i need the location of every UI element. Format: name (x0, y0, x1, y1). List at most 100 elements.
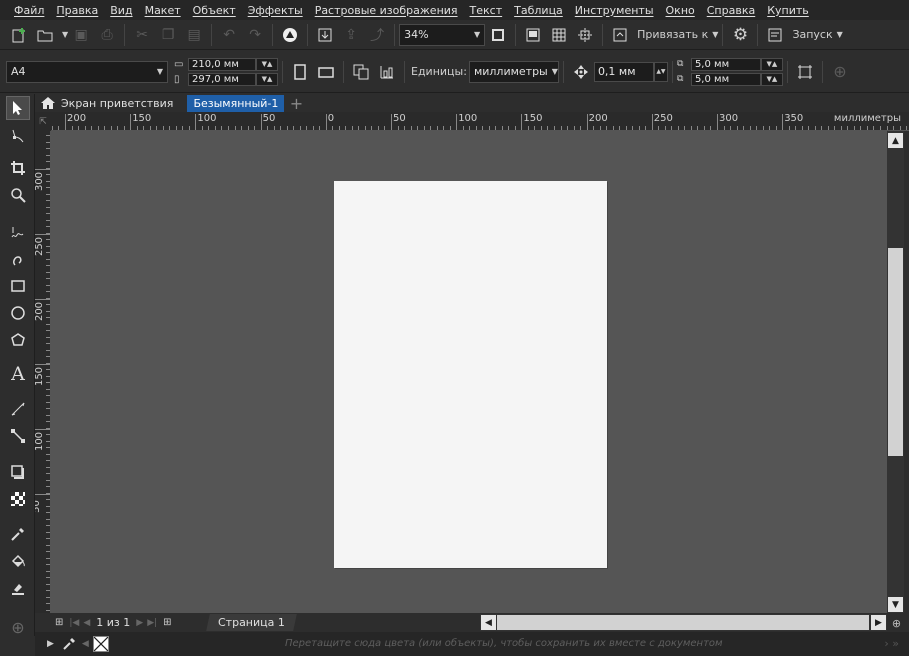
print-icon[interactable]: ⎙ (96, 24, 118, 46)
menu-help[interactable]: Справка (701, 4, 761, 17)
page-size-dropdown[interactable]: A4 ▼ (6, 60, 168, 83)
zoom-tool-icon[interactable] (6, 183, 30, 207)
menu-text[interactable]: Текст (464, 4, 509, 17)
snap-to-dropdown[interactable]: Привязать к ▼ (637, 28, 718, 41)
add-plus-icon[interactable]: ⊕ (829, 61, 851, 83)
horizontal-scroll-thumb[interactable] (497, 615, 869, 630)
vertical-scrollbar[interactable]: ▲ ▼ (887, 131, 904, 613)
search-content-icon[interactable] (279, 24, 301, 46)
zoom-level-dropdown[interactable]: 34% ▼ (399, 23, 486, 46)
page-height-spinner[interactable]: ▼▲ (256, 72, 278, 86)
menu-layout[interactable]: Макет (139, 4, 187, 17)
rectangle-tool-icon[interactable] (6, 274, 30, 298)
show-guidelines-icon[interactable] (574, 24, 596, 46)
export-icon[interactable]: ⇪ (340, 24, 362, 46)
artistic-media-tool-icon[interactable] (6, 247, 30, 271)
ellipse-tool-icon[interactable] (6, 301, 30, 325)
landscape-orientation-icon[interactable] (315, 61, 337, 83)
scroll-down-icon[interactable]: ▼ (888, 597, 903, 612)
duplicate-y-field[interactable]: 5,0 мм (690, 72, 761, 86)
page-tab[interactable]: Страница 1 (206, 614, 297, 631)
parallel-dimension-tool-icon[interactable] (6, 397, 30, 421)
text-tool-icon[interactable]: A (6, 362, 30, 386)
import-icon[interactable] (314, 24, 336, 46)
interactive-fill-tool-icon[interactable] (6, 549, 30, 573)
ruler-origin-corner[interactable]: ⇱ (35, 112, 51, 131)
palette-scroll-right-icon[interactable]: › » (884, 637, 899, 650)
no-color-swatch[interactable] (92, 636, 109, 652)
launch-dropdown[interactable]: Запуск ▼ (792, 28, 842, 41)
first-page-icon[interactable]: |◀ (69, 618, 79, 628)
palette-expand-icon[interactable]: ▶ (47, 639, 54, 649)
page-height-field[interactable]: 297,0 мм (188, 72, 256, 86)
duplicate-x-spinner[interactable]: ▼▲ (760, 57, 783, 71)
menu-effects[interactable]: Эффекты (242, 4, 309, 17)
portrait-orientation-icon[interactable] (289, 61, 311, 83)
add-tool-icon[interactable]: ⊕ (6, 615, 30, 639)
full-screen-icon[interactable] (487, 24, 509, 46)
menu-table[interactable]: Таблица (508, 4, 569, 17)
transparency-tool-icon[interactable] (6, 487, 30, 511)
copy-icon[interactable]: ❐ (157, 24, 179, 46)
next-page-icon[interactable]: ▶ (136, 618, 143, 628)
menu-edit[interactable]: Правка (50, 4, 104, 17)
menu-view[interactable]: Вид (104, 4, 138, 17)
menu-file[interactable]: Файл (8, 4, 50, 17)
horizontal-scrollbar[interactable]: ◀ ▶ (480, 614, 887, 631)
eyedropper-icon[interactable] (62, 637, 76, 651)
publish-pdf-icon[interactable]: ⤴ (366, 24, 388, 46)
crop-tool-icon[interactable] (6, 156, 30, 180)
menu-object[interactable]: Объект (187, 4, 242, 17)
show-grid-icon[interactable] (548, 24, 570, 46)
drawing-canvas[interactable] (51, 131, 887, 613)
polygon-tool-icon[interactable] (6, 328, 30, 352)
zoom-navigator-icon[interactable]: ⊕ (888, 615, 905, 631)
shape-tool-icon[interactable] (6, 124, 30, 148)
menu-window[interactable]: Окно (660, 4, 701, 17)
chevron-down-icon[interactable]: ▼ (62, 30, 68, 39)
add-page-after-icon[interactable]: ⊞ (163, 617, 171, 628)
menu-buy[interactable]: Купить (761, 4, 815, 17)
units-dropdown[interactable]: миллиметры ▼ (468, 60, 559, 83)
drop-shadow-tool-icon[interactable] (6, 460, 30, 484)
eyedropper-tool-icon[interactable] (6, 522, 30, 546)
cut-icon[interactable]: ✂ (131, 24, 153, 46)
last-page-icon[interactable]: ▶| (147, 618, 157, 628)
page-width-field[interactable]: 210,0 мм (188, 57, 256, 71)
tab-welcome-screen[interactable]: Экран приветствия (35, 95, 179, 112)
all-pages-icon[interactable] (350, 61, 372, 83)
new-tab-plus-icon[interactable]: + (288, 94, 304, 113)
nudge-distance-spinner[interactable]: ▲▼ (653, 61, 668, 82)
vertical-ruler[interactable]: 300 250 200 150 100 50 (35, 131, 51, 613)
snap-icon[interactable] (609, 24, 631, 46)
palette-scroll-left-icon[interactable]: ◀ (82, 639, 89, 649)
show-rulers-icon[interactable] (522, 24, 544, 46)
pick-tool-icon[interactable] (6, 96, 30, 120)
gear-icon[interactable]: ⚙ (729, 24, 751, 46)
undo-icon[interactable]: ↶ (218, 24, 240, 46)
connector-tool-icon[interactable] (6, 424, 30, 448)
redo-icon[interactable]: ↷ (244, 24, 266, 46)
scroll-left-icon[interactable]: ◀ (481, 615, 496, 630)
current-page-icon[interactable] (376, 61, 398, 83)
nudge-distance-field[interactable]: 0,1 мм (593, 61, 654, 82)
prev-page-icon[interactable]: ◀ (83, 618, 90, 628)
open-folder-icon[interactable] (34, 24, 56, 46)
horizontal-ruler[interactable]: миллиметры 200 150 100 50 0 50 100 150 200 250 300… (51, 112, 909, 131)
smart-fill-tool-icon[interactable] (6, 576, 30, 600)
page-width-spinner[interactable]: ▼▲ (256, 57, 278, 71)
launch-icon[interactable] (764, 24, 786, 46)
freehand-tool-icon[interactable] (6, 220, 30, 244)
paste-icon[interactable]: ▤ (183, 24, 205, 46)
add-page-before-icon[interactable]: ⊞ (55, 617, 63, 628)
new-document-icon[interactable] (8, 24, 30, 46)
scroll-right-icon[interactable]: ▶ (871, 615, 886, 630)
treat-as-filled-icon[interactable] (794, 61, 816, 83)
duplicate-x-field[interactable]: 5,0 мм (690, 57, 761, 71)
scroll-up-icon[interactable]: ▲ (888, 133, 903, 148)
duplicate-y-spinner[interactable]: ▼▲ (760, 72, 783, 86)
tab-document[interactable]: Безымянный-1 (187, 94, 285, 112)
vertical-scroll-thumb[interactable] (888, 248, 903, 456)
document-page[interactable] (334, 181, 607, 568)
menu-bitmaps[interactable]: Растровые изображения (309, 4, 464, 17)
